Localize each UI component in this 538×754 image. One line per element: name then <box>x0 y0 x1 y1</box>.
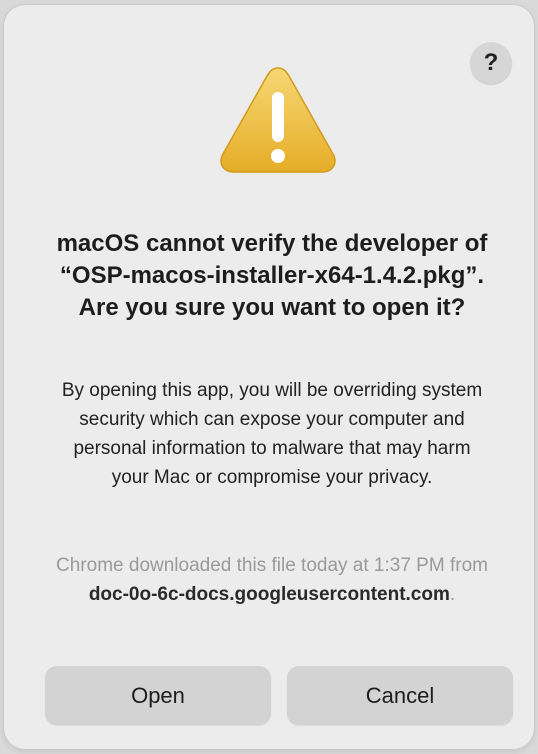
help-icon: ? <box>483 49 499 76</box>
source-prefix: Chrome downloaded this file today at 1:3… <box>56 555 488 576</box>
security-warning-dialog: ? macOS cannot verify the developer of “… <box>3 4 535 750</box>
source-suffix: . <box>449 584 456 605</box>
help-button[interactable]: ? <box>470 42 512 84</box>
cancel-button-label: Cancel <box>365 682 435 708</box>
dialog-title: macOS cannot verify the developer of “OS… <box>56 230 488 321</box>
warning-triangle-icon <box>220 67 336 173</box>
open-button[interactable]: Open <box>45 666 271 725</box>
download-source-text: Chrome downloaded this file today at 1:3… <box>55 551 489 609</box>
cancel-button[interactable]: Cancel <box>287 666 513 725</box>
open-button-label: Open <box>131 682 185 708</box>
dialog-message: By opening this app, you will be overrid… <box>61 380 483 488</box>
source-domain: doc-0o-6c-docs.googleusercontent.com <box>88 584 450 605</box>
